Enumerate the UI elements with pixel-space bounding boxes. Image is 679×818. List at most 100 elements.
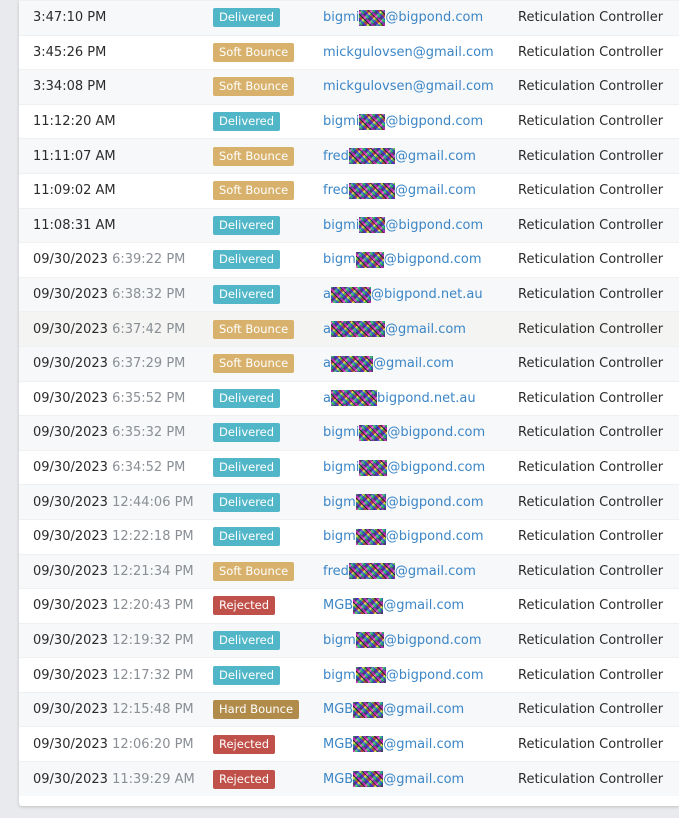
recipient-email-prefix: bigm [323,252,356,268]
subject-text: Reticulation Controller [518,667,664,683]
recipient-email-link[interactable]: MGB @gmail.com [323,771,464,788]
recipient-email-link[interactable]: bigm @bigpond.com [323,632,482,649]
subject-cell: Reticulation Controller [518,345,679,382]
table-row[interactable]: 09/30/2023 6:39:22 PM Delivered bigm @bigpo… [19,242,679,278]
recipient-email-link[interactable]: bigm @bigpond.com [323,251,482,268]
subject-text: Reticulation Controller [518,563,664,579]
redaction-mask [353,701,384,718]
table-row[interactable]: 09/30/2023 6:38:32 PM Delivered a @bigpond.… [19,276,679,312]
table-row[interactable]: 09/30/2023 12:19:32 PM Delivered bigm @bigp… [19,622,679,658]
subject-text: Reticulation Controller [518,114,664,130]
status-badge: Soft Bounce [213,42,295,62]
subject-cell: Reticulation Controller [518,34,679,70]
sent-time-cell: 09/30/2023 6:34:52 PM [19,449,213,485]
recipient-email-link[interactable]: MGB @gmail.com [323,701,464,718]
recipient-email-link[interactable]: a bigpond.net.au [323,390,476,407]
recipient-email-link[interactable]: mickgulovsen@gmail.com [323,45,494,60]
table-row[interactable]: 09/30/2023 6:35:32 PM Delivered bigmi @bigp… [19,415,679,451]
subject-cell: Reticulation Controller [518,276,679,312]
recipient-email-link[interactable]: a @gmail.com [323,355,454,372]
table-row[interactable]: 11:08:31 AM Delivered bigmi @bigpond.com Ret… [19,207,679,243]
sent-time-cell: 09/30/2023 12:44:06 PM [19,484,213,520]
status-badge: Delivered [213,285,281,305]
subject-cell: Reticulation Controller [518,622,679,658]
recipient-cell: bigmi @bigpond.com [323,207,518,243]
recipient-cell: a @bigpond.net.au [323,276,518,312]
status-badge: Soft Bounce [213,77,295,97]
table-row[interactable]: 3:45:26 PM Soft Bounce mickgulovsen@gmail.… [19,34,679,70]
recipient-email-link[interactable]: MGB @gmail.com [323,597,464,614]
status-badge: Delivered [213,388,281,408]
table-row[interactable]: 11:11:07 AM Soft Bounce fred @gmail.com Reti… [19,138,679,174]
status-badge: Delivered [213,527,281,547]
status-cell: Delivered [213,449,323,485]
table-row[interactable]: 11:09:02 AM Soft Bounce fred @gmail.com Reti… [19,172,679,209]
table-row[interactable]: 09/30/2023 6:34:52 PM Delivered bigmi @bigp… [19,449,679,485]
table-row[interactable]: 09/30/2023 12:22:18 PM Delivered bigm @bigp… [19,518,679,554]
sent-date: 09/30/2023 [33,494,108,510]
status-badge: Soft Bounce [213,319,295,339]
table-row[interactable]: 3:34:08 PM Soft Bounce mickgulovsen@gmail.… [19,69,679,105]
recipient-email-link[interactable]: bigm @bigpond.com [323,528,484,545]
recipient-cell: bigmi @bigpond.com [323,415,518,451]
recipient-email-domain: @bigpond.net.au [370,287,483,303]
recipient-email-link[interactable]: bigm @bigpond.com [323,667,484,684]
table-row[interactable]: 11:12:20 AM Delivered bigmi @bigpond.com Ret… [19,103,679,139]
sent-time-cell: 3:34:08 PM [19,69,213,105]
subject-cell: Reticulation Controller [518,518,679,554]
table-row[interactable]: 09/30/2023 6:37:29 PM Soft Bounce a @gmail.… [19,345,679,382]
recipient-email-domain: @bigpond.com [385,667,484,683]
recipient-cell: fred @gmail.com [323,138,518,174]
recipient-email-link[interactable]: bigmi @bigpond.com [323,113,483,130]
table-row[interactable]: 09/30/2023 6:35:52 PM Delivered a bigpond.n… [19,380,679,416]
table-row[interactable]: 09/30/2023 12:20:43 PM Rejected MGB @gmail.… [19,588,679,624]
table-row[interactable]: 09/30/2023 11:39:29 AM Rejected MGB @gmail.… [19,761,679,797]
table-row[interactable]: 09/30/2023 6:37:42 PM Soft Bounce a @gmail.… [19,311,679,347]
recipient-email-link[interactable]: fred @gmail.com [323,563,476,580]
redaction-mask [330,390,377,407]
subject-text: Reticulation Controller [518,632,664,648]
redaction-mask [359,459,388,476]
sent-time-cell: 09/30/2023 12:20:43 PM [19,588,213,624]
status-cell: Delivered [213,518,323,554]
recipient-email-link[interactable]: bigmi @bigpond.com [323,217,484,234]
subject-text: Reticulation Controller [518,702,664,718]
redaction-mask [348,148,395,165]
recipient-email-link[interactable]: MGB @gmail.com [323,736,464,753]
sent-time-cell: 09/30/2023 6:37:29 PM [19,345,213,382]
status-cell: Delivered [213,484,323,520]
recipient-email-link[interactable]: fred @gmail.com [323,148,476,165]
recipient-email-link[interactable]: bigmi @bigpond.com [323,459,486,476]
recipient-email-link[interactable]: mickgulovsen@gmail.com [323,79,494,94]
recipient-cell: fred @gmail.com [323,172,518,209]
recipient-email-domain: @bigpond.com [387,460,486,476]
sent-time-cell: 09/30/2023 12:15:48 PM [19,691,213,727]
recipient-email-link[interactable]: a @gmail.com [323,321,466,338]
sent-time-cell: 11:08:31 AM [19,207,213,243]
recipient-email-link[interactable]: fred @gmail.com [323,182,476,199]
recipient-email-link[interactable]: bigmi @bigpond.com [323,9,484,26]
subject-text: Reticulation Controller [518,529,664,545]
recipient-email-prefix: a [323,321,331,337]
recipient-email-prefix: MGB [323,702,354,718]
recipient-email-link[interactable]: bigmi @bigpond.com [323,424,485,441]
recipient-email-link[interactable]: a @bigpond.net.au [323,286,483,303]
recipient-email-domain: @bigpond.com [385,10,484,26]
table-row[interactable]: 09/30/2023 12:15:48 PM Hard Bounce MGB @gma… [19,691,679,727]
redaction-mask [348,182,395,199]
table-row[interactable]: 09/30/2023 12:06:20 PM Rejected MGB @gmail.… [19,726,679,762]
status-badge: Rejected [213,769,276,789]
sent-time-cell: 09/30/2023 6:39:22 PM [19,242,213,278]
table-row[interactable]: 09/30/2023 12:21:34 PM Soft Bounce fred @gm… [19,553,679,589]
recipient-cell: MGB @gmail.com [323,726,518,762]
table-row[interactable]: 09/30/2023 12:17:32 PM Delivered bigm @bigp… [19,657,679,693]
recipient-cell: bigmi @bigpond.com [323,103,518,139]
subject-cell: Reticulation Controller [518,726,679,762]
table-row[interactable]: 09/30/2023 12:44:06 PM Delivered bigm @bigp… [19,484,679,520]
recipient-email-domain: @bigpond.com [385,217,484,233]
table-row[interactable]: 3:47:10 PM Delivered bigmi @bigpond.com Reti… [19,0,679,36]
status-cell: Rejected [213,588,323,624]
sent-time: 12:21:34 PM [112,563,194,579]
recipient-email-link[interactable]: bigm @bigpond.com [323,494,484,511]
sent-time: 12:19:32 PM [112,632,194,648]
